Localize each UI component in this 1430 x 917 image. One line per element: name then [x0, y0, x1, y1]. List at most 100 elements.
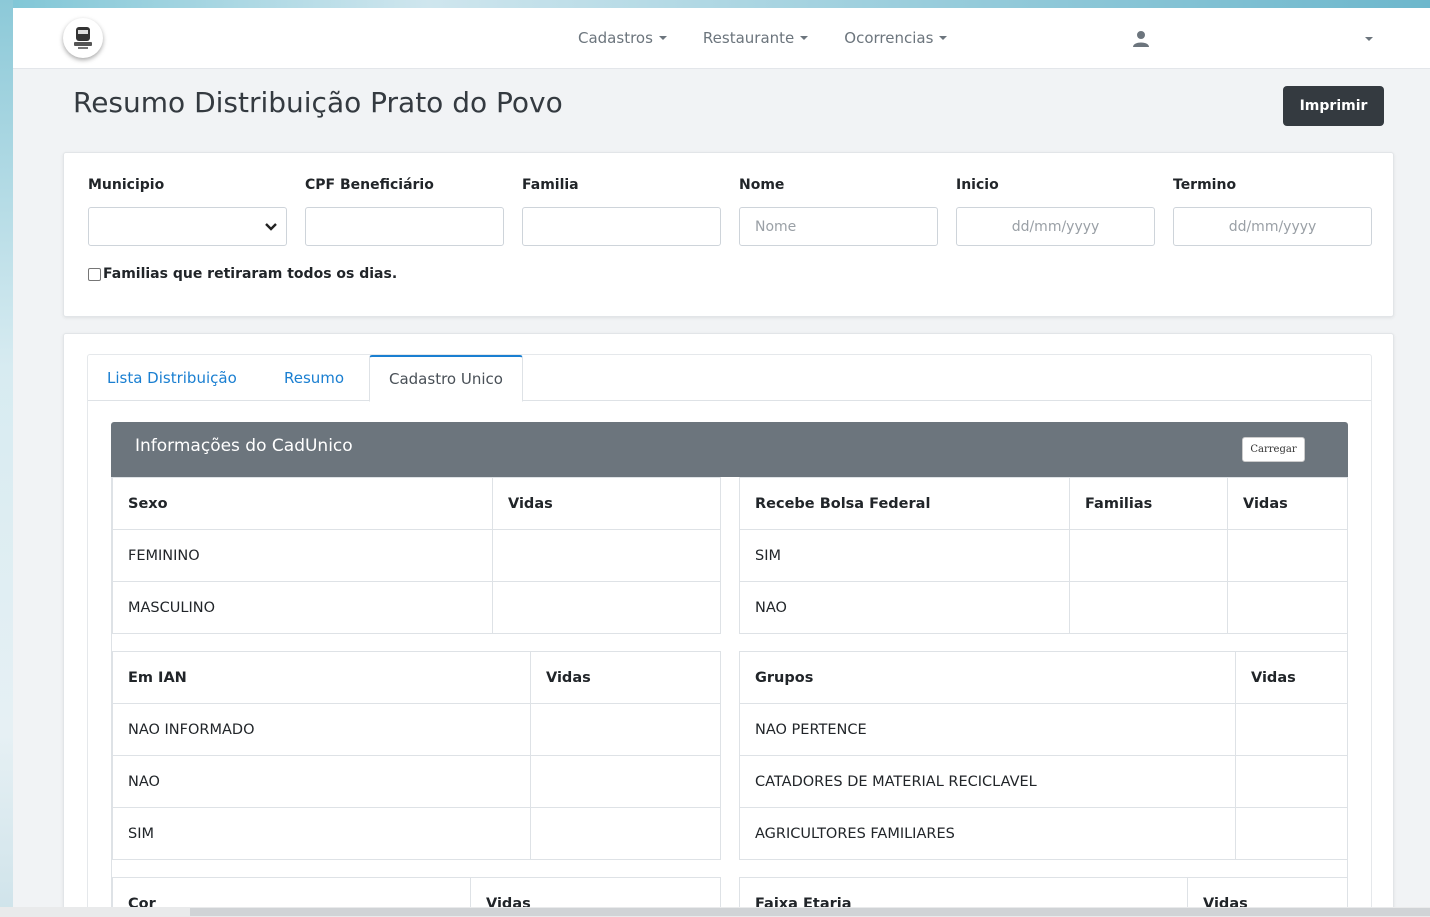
table-row: NAO — [739, 581, 1348, 634]
navbar: Cadastros Restaurante Ocorrencias — [13, 8, 1430, 69]
column-header: Vidas — [1227, 477, 1348, 530]
cpf-field: CPF Beneficiário — [305, 177, 504, 246]
nav-cadastros[interactable]: Cadastros — [578, 29, 667, 47]
bolsa-table: Recebe Bolsa Federal Familias Vidas SIM … — [739, 477, 1348, 634]
municipio-field: Municipio — [88, 177, 287, 246]
table-cell — [1235, 703, 1348, 756]
familias-checkbox-label[interactable]: Familias que retiraram todos os dias. — [103, 266, 397, 282]
table-row: MASCULINO — [112, 581, 721, 634]
table-header-row: Sexo Vidas — [112, 477, 721, 530]
table-cell: NAO INFORMADO — [112, 703, 531, 756]
table-cell — [1069, 581, 1228, 634]
cadunico-header: Informações do CadUnico Carregar — [111, 422, 1348, 477]
table-cell: NAO — [739, 581, 1070, 634]
termino-field: Termino dd/mm/yyyy — [1173, 177, 1372, 246]
table-cell — [530, 807, 721, 860]
caret-down-icon — [800, 36, 809, 40]
chevron-down-icon — [265, 223, 277, 231]
familia-field: Familia — [522, 177, 721, 246]
table-row: FEMININO — [112, 529, 721, 582]
nav-menu: Cadastros Restaurante Ocorrencias — [578, 29, 983, 47]
table-header-row: Recebe Bolsa Federal Familias Vidas — [739, 477, 1348, 530]
table-cell — [530, 703, 721, 756]
user-menu-caret-icon[interactable] — [1365, 37, 1373, 41]
page-title: Resumo Distribuição Prato do Povo — [73, 86, 563, 119]
column-header: Vidas — [492, 477, 721, 530]
table-cell: NAO — [112, 755, 531, 808]
inicio-date-input[interactable]: dd/mm/yyyy — [956, 207, 1155, 246]
nome-label: Nome — [739, 177, 785, 193]
tab-lista-distribuicao[interactable]: Lista Distribuição — [107, 355, 237, 401]
cadunico-body: Sexo Vidas FEMININO MASCULINO Recebe Bol… — [111, 477, 1348, 917]
table-cell — [1227, 529, 1348, 582]
bus-logo-icon[interactable] — [63, 18, 103, 58]
tab-cadastro-unico[interactable]: Cadastro Unico — [369, 355, 523, 402]
table-row: NAO — [112, 755, 721, 808]
tab-bar: Lista Distribuição Resumo Cadastro Unico — [88, 355, 1371, 402]
tabs-panel: Lista Distribuição Resumo Cadastro Unico… — [87, 354, 1372, 917]
municipio-label: Municipio — [88, 177, 165, 193]
termino-label: Termino — [1173, 177, 1237, 193]
nav-restaurante-label: Restaurante — [702, 29, 795, 47]
table-header-row: Grupos Vidas — [739, 651, 1348, 704]
user-icon[interactable] — [1132, 30, 1150, 52]
table-cell — [1069, 529, 1228, 582]
table-cell — [530, 755, 721, 808]
table-cell: CATADORES DE MATERIAL RECICLAVEL — [739, 755, 1236, 808]
column-header: Vidas — [1235, 651, 1348, 704]
nav-ocorrencias[interactable]: Ocorrencias — [844, 29, 948, 47]
horizontal-scrollbar[interactable] — [0, 907, 1430, 917]
familias-checkbox-row: Familias que retiraram todos os dias. — [88, 266, 397, 282]
caret-down-icon — [658, 36, 667, 40]
table-cell: MASCULINO — [112, 581, 493, 634]
background-strip-left — [0, 0, 13, 917]
tab-resumo[interactable]: Resumo — [284, 355, 344, 401]
column-header: Recebe Bolsa Federal — [739, 477, 1070, 530]
column-header: Em IAN — [112, 651, 531, 704]
cadunico-title: Informações do CadUnico — [135, 436, 353, 456]
nav-ocorrencias-label: Ocorrencias — [844, 29, 934, 47]
table-cell — [1235, 755, 1348, 808]
table-cell — [1227, 581, 1348, 634]
familia-label: Familia — [522, 177, 579, 193]
familia-input[interactable] — [522, 207, 721, 246]
print-button[interactable]: Imprimir — [1283, 86, 1384, 126]
sexo-table: Sexo Vidas FEMININO MASCULINO — [112, 477, 721, 634]
grupos-table: Grupos Vidas NAO PERTENCE CATADORES DE M… — [739, 651, 1348, 860]
nome-input[interactable]: Nome — [739, 207, 938, 246]
table-cell — [492, 529, 721, 582]
nav-restaurante[interactable]: Restaurante — [702, 29, 809, 47]
table-row: SIM — [739, 529, 1348, 582]
column-header: Sexo — [112, 477, 493, 530]
table-header-row: Em IAN Vidas — [112, 651, 721, 704]
table-row: CATADORES DE MATERIAL RECICLAVEL — [739, 755, 1348, 808]
cpf-input[interactable] — [305, 207, 504, 246]
table-cell: NAO PERTENCE — [739, 703, 1236, 756]
app-window: Cadastros Restaurante Ocorrencias Resumo… — [13, 8, 1430, 917]
scrollbar-thumb[interactable] — [190, 908, 1430, 916]
inicio-label: Inicio — [956, 177, 999, 193]
nav-cadastros-label: Cadastros — [578, 29, 653, 47]
column-header: Grupos — [739, 651, 1236, 704]
column-header: Familias — [1069, 477, 1228, 530]
ian-table: Em IAN Vidas NAO INFORMADO NAO SIM — [112, 651, 721, 860]
nome-field: Nome Nome — [739, 177, 938, 246]
table-cell: FEMININO — [112, 529, 493, 582]
table-row: NAO PERTENCE — [739, 703, 1348, 756]
column-header: Vidas — [530, 651, 721, 704]
table-row: SIM — [112, 807, 721, 860]
cpf-label: CPF Beneficiário — [305, 177, 434, 193]
inicio-field: Inicio dd/mm/yyyy — [956, 177, 1155, 246]
municipio-select[interactable] — [88, 207, 287, 246]
familias-checkbox[interactable] — [88, 267, 101, 281]
filter-card: Municipio CPF Beneficiário Familia Nome … — [63, 152, 1394, 317]
table-row: AGRICULTORES FAMILIARES — [739, 807, 1348, 860]
caret-down-icon — [939, 36, 948, 40]
table-cell — [1235, 807, 1348, 860]
table-cell: SIM — [112, 807, 531, 860]
background-strip — [0, 0, 1430, 8]
table-cell: AGRICULTORES FAMILIARES — [739, 807, 1236, 860]
termino-date-input[interactable]: dd/mm/yyyy — [1173, 207, 1372, 246]
load-button[interactable]: Carregar — [1242, 437, 1305, 462]
results-card: Lista Distribuição Resumo Cadastro Unico… — [63, 333, 1394, 917]
